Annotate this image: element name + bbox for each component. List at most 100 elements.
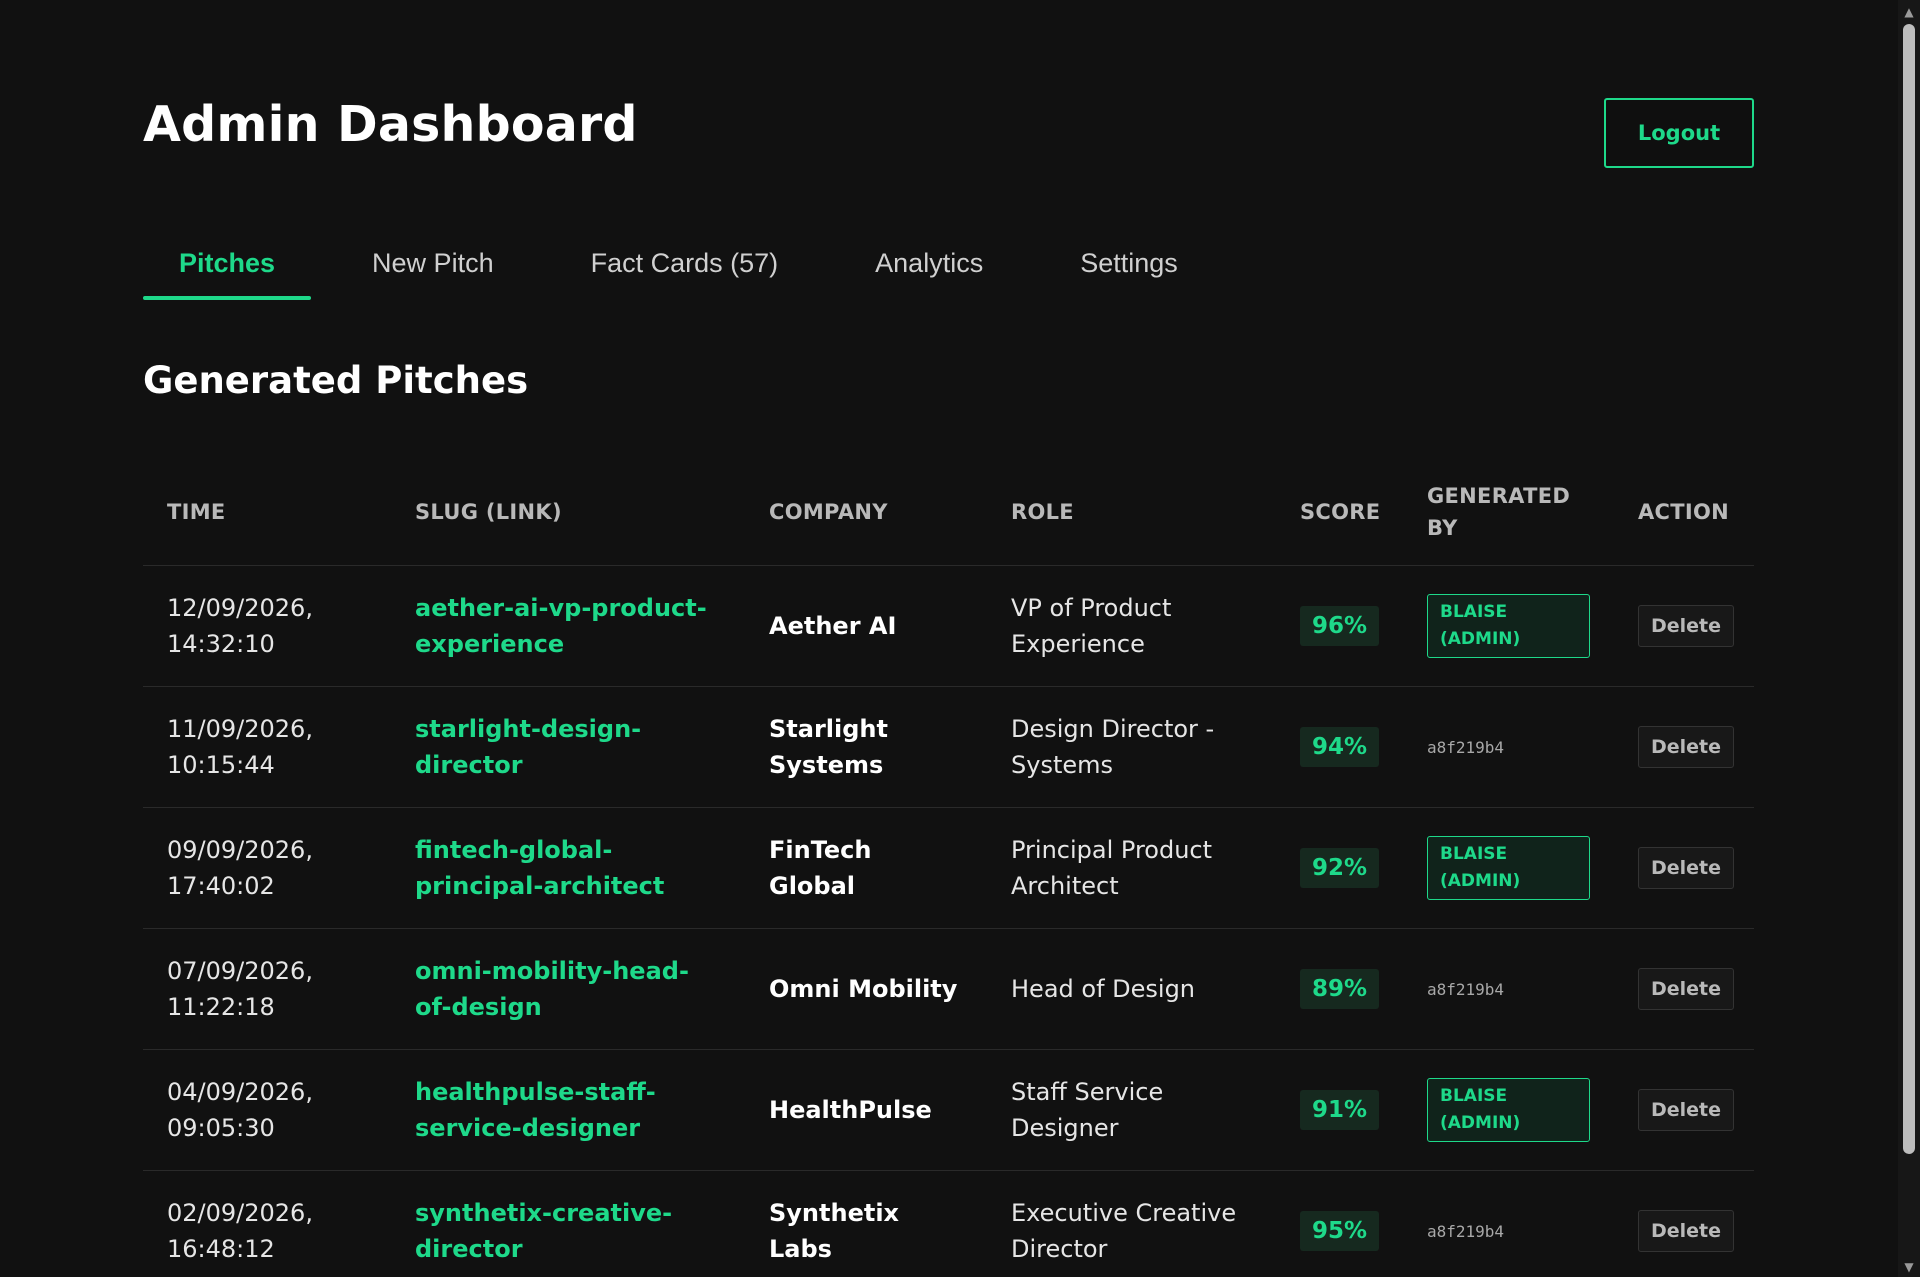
table-body: 12/09/2026, 14:32:10 aether-ai-vp-product…	[143, 565, 1754, 1277]
cell-generated-by: a8f219b4	[1403, 686, 1614, 808]
table-row: 04/09/2026, 09:05:30 healthpulse-staff-se…	[143, 1049, 1754, 1171]
delete-button[interactable]: Delete	[1638, 967, 1734, 1010]
cell-role: VP of Product Experience	[987, 565, 1276, 687]
tab-new-pitch[interactable]: New Pitch	[336, 230, 530, 300]
generated-by-hash: a8f219b4	[1427, 980, 1505, 999]
scrollbar-thumb[interactable]	[1903, 24, 1915, 1154]
slug-link[interactable]: omni-mobility-head-of-design	[415, 957, 689, 1021]
cell-score: 89%	[1276, 928, 1403, 1050]
tab-pitches[interactable]: Pitches	[143, 230, 312, 300]
company-name: HealthPulse	[769, 1095, 932, 1124]
cell-slug: synthetix-creative-director	[391, 1170, 745, 1277]
table-row: 11/09/2026, 10:15:44 starlight-design-dir…	[143, 686, 1754, 808]
admin-page: Admin Dashboard Logout Pitches New Pitch…	[0, 0, 1898, 1277]
company-name: FinTech Global	[769, 835, 872, 900]
generated-by-hash: a8f219b4	[1427, 738, 1505, 757]
scroll-up-icon[interactable]: ▲	[1898, 2, 1920, 22]
cell-score: 92%	[1276, 807, 1403, 929]
table-row: 09/09/2026, 17:40:02 fintech-global-princ…	[143, 807, 1754, 929]
cell-time: 11/09/2026, 10:15:44	[143, 686, 391, 808]
cell-slug: omni-mobility-head-of-design	[391, 928, 745, 1050]
score-badge: 92%	[1300, 847, 1380, 888]
table-header-row: TIME SLUG (LINK) COMPANY ROLE SCORE GENE…	[143, 460, 1754, 566]
generated-by-admin-badge: BLAISE (ADMIN)	[1427, 835, 1590, 900]
cell-slug: aether-ai-vp-product-experience	[391, 565, 745, 687]
cell-role: Executive Creative Director	[987, 1170, 1276, 1277]
vertical-scrollbar[interactable]: ▲ ▼	[1898, 0, 1920, 1277]
cell-role: Staff Service Designer	[987, 1049, 1276, 1171]
company-name: Synthetix Labs	[769, 1198, 900, 1263]
cell-company: Synthetix Labs	[745, 1170, 987, 1277]
cell-action: Delete	[1614, 565, 1754, 687]
cell-role: Principal Product Architect	[987, 807, 1276, 929]
tab-bar: Pitches New Pitch Fact Cards (57) Analyt…	[143, 230, 1239, 300]
cell-role: Design Director - Systems	[987, 686, 1276, 808]
cell-role: Head of Design	[987, 928, 1276, 1050]
cell-score: 95%	[1276, 1170, 1403, 1277]
cell-company: HealthPulse	[745, 1049, 987, 1171]
table-row: 07/09/2026, 11:22:18 omni-mobility-head-o…	[143, 928, 1754, 1050]
column-header-role: ROLE	[987, 460, 1276, 566]
slug-link[interactable]: fintech-global-principal-architect	[415, 836, 664, 900]
cell-time: 04/09/2026, 09:05:30	[143, 1049, 391, 1171]
cell-action: Delete	[1614, 807, 1754, 929]
cell-time: 02/09/2026, 16:48:12	[143, 1170, 391, 1277]
cell-time: 12/09/2026, 14:32:10	[143, 565, 391, 687]
cell-generated-by: a8f219b4	[1403, 928, 1614, 1050]
slug-link[interactable]: aether-ai-vp-product-experience	[415, 594, 707, 658]
cell-slug: healthpulse-staff-service-designer	[391, 1049, 745, 1171]
score-badge: 94%	[1300, 726, 1380, 767]
page-title: Admin Dashboard	[143, 96, 638, 153]
delete-button[interactable]: Delete	[1638, 725, 1734, 768]
table-row: 12/09/2026, 14:32:10 aether-ai-vp-product…	[143, 565, 1754, 687]
tab-settings[interactable]: Settings	[1044, 230, 1214, 300]
cell-company: FinTech Global	[745, 807, 987, 929]
tab-analytics[interactable]: Analytics	[839, 230, 1019, 300]
cell-action: Delete	[1614, 686, 1754, 808]
company-name: Omni Mobility	[769, 974, 958, 1003]
cell-generated-by: BLAISE (ADMIN)	[1403, 565, 1614, 687]
cell-generated-by: BLAISE (ADMIN)	[1403, 807, 1614, 929]
cell-score: 94%	[1276, 686, 1403, 808]
score-badge: 89%	[1300, 968, 1380, 1009]
table-row: 02/09/2026, 16:48:12 synthetix-creative-d…	[143, 1170, 1754, 1277]
delete-button[interactable]: Delete	[1638, 1209, 1734, 1252]
column-header-time: TIME	[143, 460, 391, 566]
cell-score: 91%	[1276, 1049, 1403, 1171]
section-title: Generated Pitches	[143, 359, 529, 402]
header: Admin Dashboard Logout	[143, 90, 1754, 180]
company-name: Starlight Systems	[769, 714, 888, 779]
generated-by-hash: a8f219b4	[1427, 1222, 1505, 1241]
slug-link[interactable]: healthpulse-staff-service-designer	[415, 1078, 656, 1142]
scroll-down-icon[interactable]: ▼	[1898, 1257, 1920, 1277]
score-badge: 96%	[1300, 605, 1380, 646]
delete-button[interactable]: Delete	[1638, 604, 1734, 647]
generated-by-admin-badge: BLAISE (ADMIN)	[1427, 1077, 1590, 1142]
cell-slug: fintech-global-principal-architect	[391, 807, 745, 929]
cell-time: 07/09/2026, 11:22:18	[143, 928, 391, 1050]
cell-generated-by: a8f219b4	[1403, 1170, 1614, 1277]
cell-company: Starlight Systems	[745, 686, 987, 808]
slug-link[interactable]: synthetix-creative-director	[415, 1199, 672, 1263]
column-header-score: SCORE	[1276, 460, 1403, 566]
tab-fact-cards[interactable]: Fact Cards (57)	[555, 230, 815, 300]
cell-company: Omni Mobility	[745, 928, 987, 1050]
company-name: Aether AI	[769, 611, 897, 640]
slug-link[interactable]: starlight-design-director	[415, 715, 641, 779]
logout-button[interactable]: Logout	[1604, 98, 1754, 168]
cell-company: Aether AI	[745, 565, 987, 687]
cell-score: 96%	[1276, 565, 1403, 687]
generated-by-admin-badge: BLAISE (ADMIN)	[1427, 593, 1590, 658]
cell-action: Delete	[1614, 1049, 1754, 1171]
cell-time: 09/09/2026, 17:40:02	[143, 807, 391, 929]
cell-generated-by: BLAISE (ADMIN)	[1403, 1049, 1614, 1171]
column-header-generated-by: GENERATED BY	[1403, 460, 1614, 566]
delete-button[interactable]: Delete	[1638, 846, 1734, 889]
column-header-company: COMPANY	[745, 460, 987, 566]
cell-action: Delete	[1614, 928, 1754, 1050]
cell-slug: starlight-design-director	[391, 686, 745, 808]
column-header-slug: SLUG (LINK)	[391, 460, 745, 566]
cell-action: Delete	[1614, 1170, 1754, 1277]
delete-button[interactable]: Delete	[1638, 1088, 1734, 1131]
score-badge: 91%	[1300, 1089, 1380, 1130]
